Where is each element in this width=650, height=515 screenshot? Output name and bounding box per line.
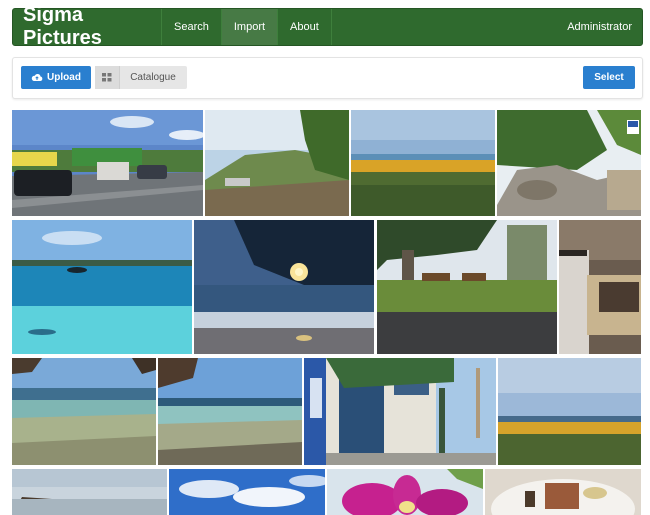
photo-tile[interactable]	[327, 469, 483, 515]
photo-tile[interactable]	[377, 220, 557, 354]
upload-label: Upload	[47, 72, 81, 83]
nav-import[interactable]: Import	[220, 9, 278, 45]
photo-tile[interactable]	[498, 358, 641, 465]
navbar: Sigma Pictures Search Import About Admin…	[12, 4, 643, 49]
upload-button[interactable]: Upload	[21, 66, 91, 89]
photo-tile[interactable]	[169, 469, 325, 515]
cloud-upload-icon	[31, 74, 43, 81]
toolbar: Upload Catalogue Select	[12, 57, 643, 99]
photo-tile[interactable]	[194, 220, 374, 354]
photo-tile[interactable]	[158, 358, 302, 465]
photo-tile[interactable]	[12, 110, 203, 216]
photo-tile[interactable]	[304, 358, 496, 465]
select-button[interactable]: Select	[583, 66, 635, 89]
nav-search[interactable]: Search	[161, 9, 221, 45]
brand-title[interactable]: Sigma Pictures	[13, 4, 161, 49]
photo-tile[interactable]	[12, 358, 156, 465]
photo-tile[interactable]	[205, 110, 349, 216]
catalogue-button[interactable]: Catalogue	[95, 66, 187, 89]
photo-tile[interactable]	[497, 110, 641, 216]
photo-tile[interactable]	[12, 220, 192, 354]
catalogue-label: Catalogue	[130, 72, 176, 83]
nav-about[interactable]: About	[277, 9, 332, 45]
grid-icon	[95, 66, 120, 89]
user-menu[interactable]: Administrator	[557, 9, 642, 45]
photo-tile[interactable]	[559, 220, 641, 354]
photo-tile[interactable]	[12, 469, 167, 515]
photo-tile[interactable]	[485, 469, 641, 515]
photo-tile[interactable]	[351, 110, 495, 216]
